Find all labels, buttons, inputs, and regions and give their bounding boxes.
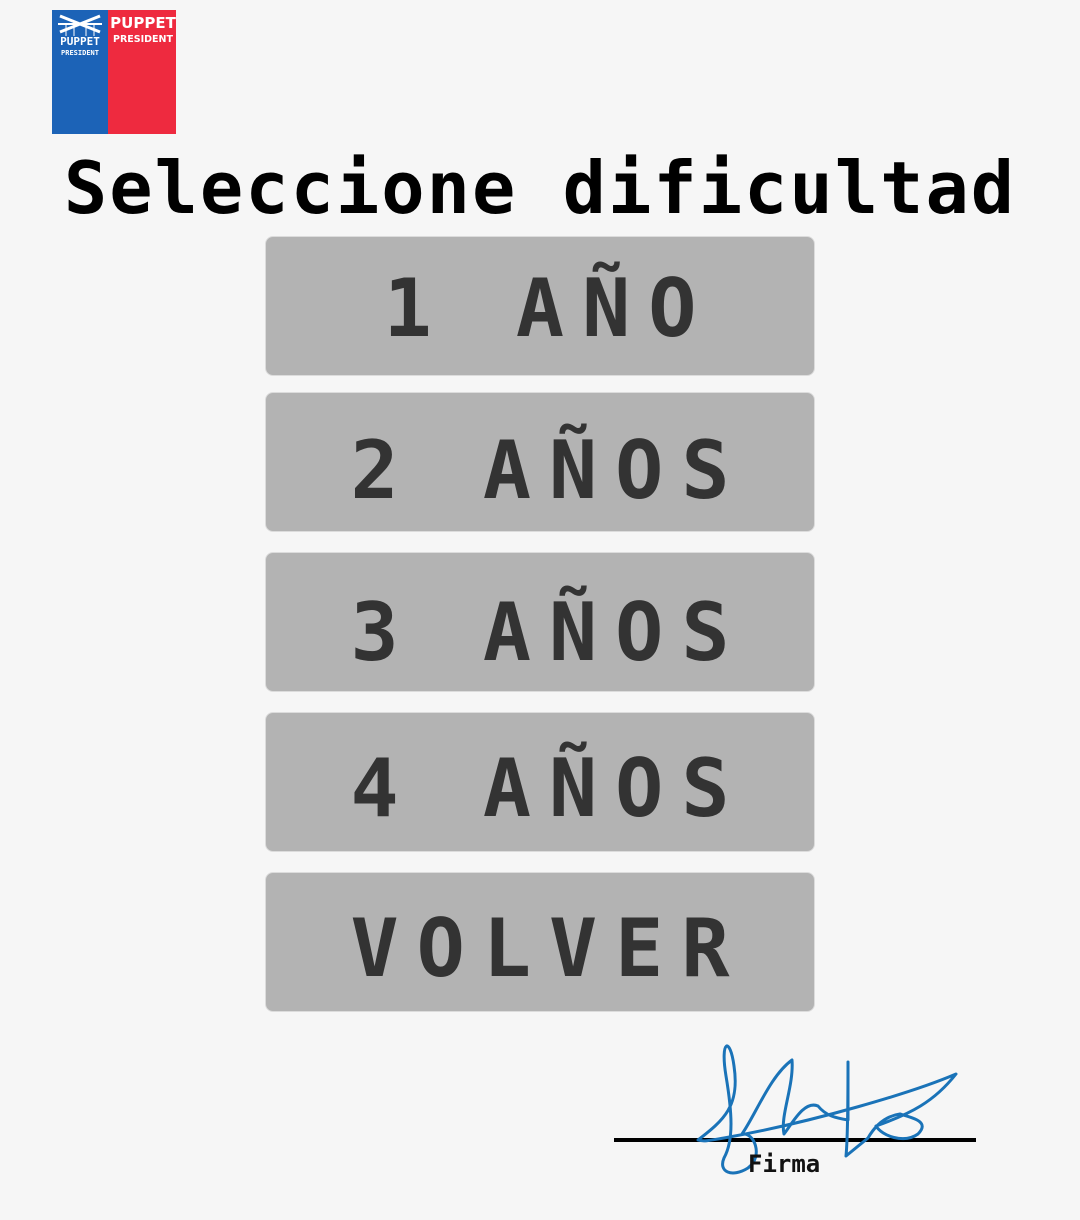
logo-right-line1: PUPPET bbox=[110, 14, 176, 32]
page-title: Seleccione dificultad bbox=[63, 146, 1017, 230]
signature-block: Firma bbox=[614, 1036, 978, 1186]
button-label: VOLVER bbox=[350, 902, 748, 995]
logo-right-line2: PRESIDENT bbox=[113, 34, 173, 45]
logo-blue-panel: PUPPET PRESIDENT bbox=[52, 10, 108, 134]
logo-right-wordmark: PUPPET PRESIDENT bbox=[110, 16, 176, 45]
logo-left-wordmark: PUPPET PRESIDENT bbox=[52, 36, 108, 57]
logo-left-line1: PUPPET bbox=[60, 35, 100, 48]
button-label: 4 AÑOS bbox=[350, 742, 748, 835]
signature-label: Firma bbox=[748, 1150, 821, 1178]
logo-left-line2: PRESIDENT bbox=[61, 49, 99, 57]
button-label: 3 AÑOS bbox=[350, 586, 748, 679]
puppet-president-logo: PUPPET PRESIDENT PUPPET PRESIDENT bbox=[52, 10, 176, 134]
crossed-strings-icon bbox=[58, 14, 102, 36]
button-label: 2 AÑOS bbox=[350, 424, 748, 517]
button-label: 1 AÑO bbox=[383, 262, 715, 355]
difficulty-3-years-button[interactable]: 3 AÑOS bbox=[265, 552, 815, 692]
logo-red-panel: PUPPET PRESIDENT bbox=[108, 10, 176, 134]
difficulty-4-years-button[interactable]: 4 AÑOS bbox=[265, 712, 815, 852]
back-button[interactable]: VOLVER bbox=[265, 872, 815, 1012]
difficulty-2-years-button[interactable]: 2 AÑOS bbox=[265, 392, 815, 532]
difficulty-1-year-button[interactable]: 1 AÑO bbox=[265, 236, 815, 376]
